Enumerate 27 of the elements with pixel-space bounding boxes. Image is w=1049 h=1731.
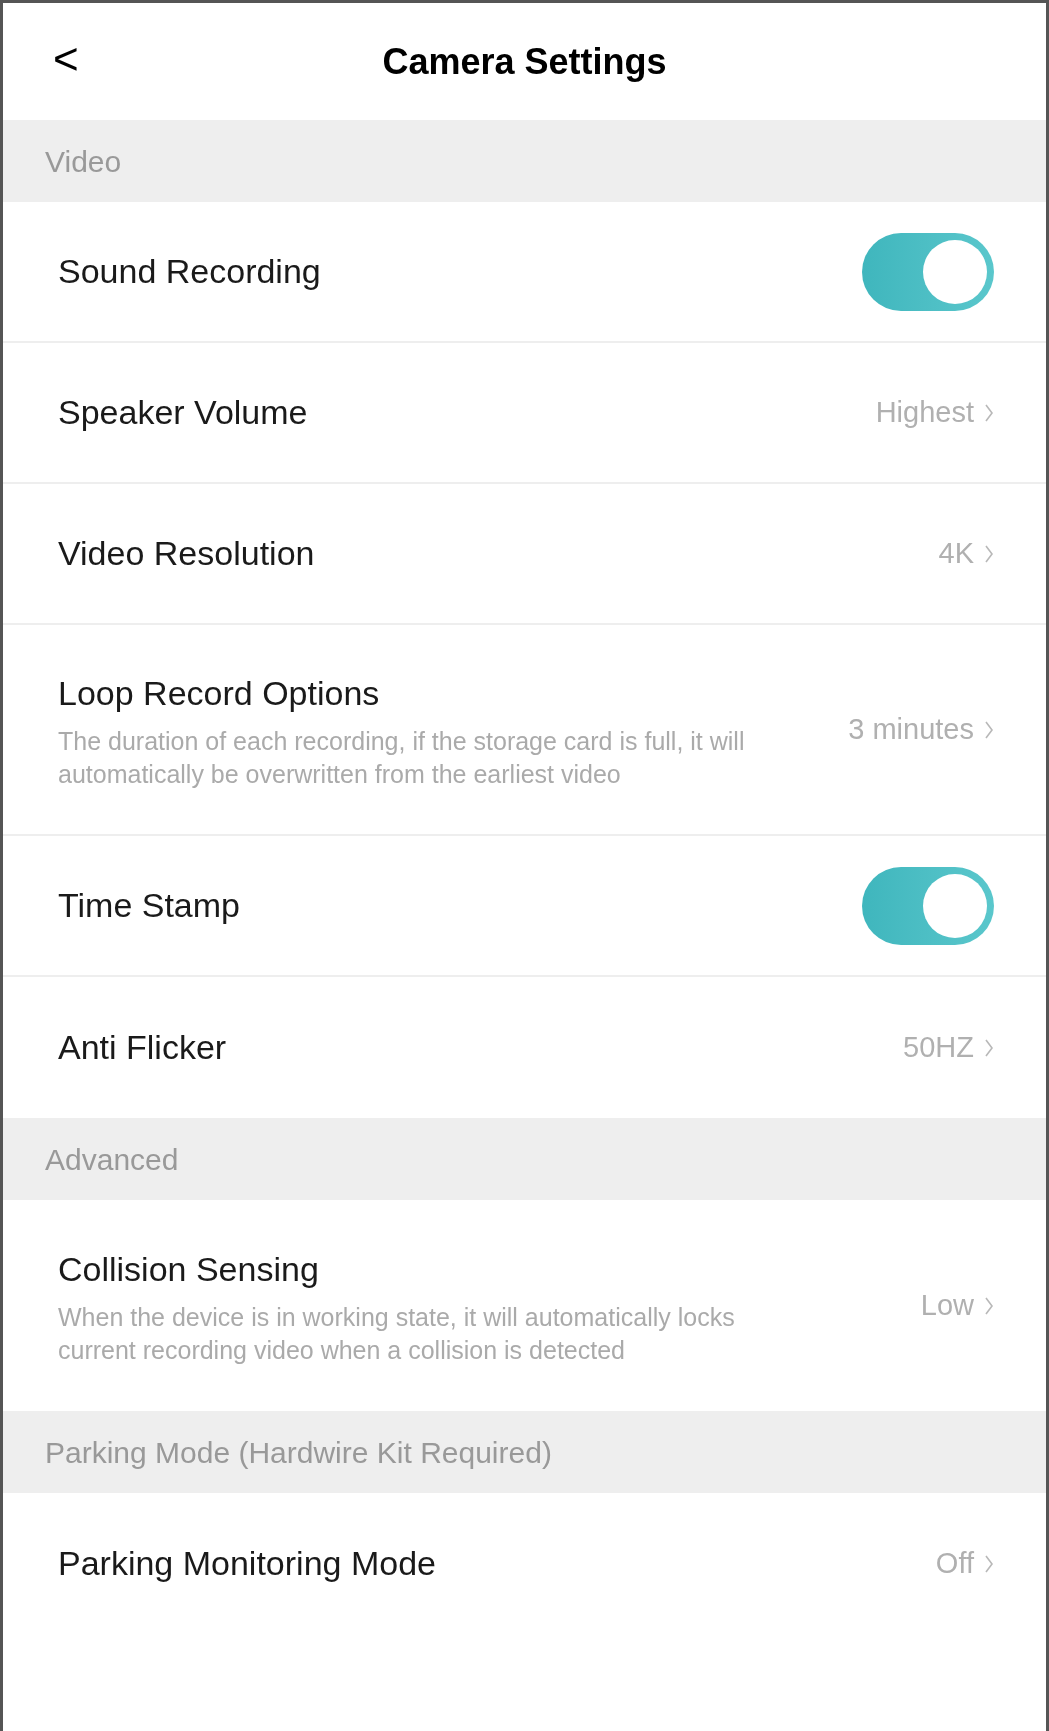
section-header: Parking Mode (Hardwire Kit Required) — [3, 1411, 1046, 1493]
value-link[interactable]: 3 minutes — [848, 707, 994, 752]
chevron-icon — [984, 402, 994, 423]
setting-description: The duration of each recording, if the storage card is full, it will automatically be overwritten from the earliest video — [58, 726, 746, 790]
setting-label: Video Resolution — [58, 533, 316, 574]
value-link[interactable]: 50HZ — [903, 1025, 994, 1070]
section-header: Video — [3, 120, 1046, 202]
setting-description: When the device is in working state, it will automatically locks current recording video when a collision is detected — [58, 1302, 736, 1366]
value-link[interactable]: Highest — [875, 390, 994, 435]
section-header: Advanced — [3, 1118, 1046, 1200]
setting-label: Parking Monitoring Mode — [58, 1543, 437, 1584]
screen-title: Camera Settings — [382, 39, 667, 84]
setting-label: Loop Record Options — [58, 673, 381, 714]
setting-label: Sound Recording — [58, 251, 322, 292]
chevron-icon — [984, 1037, 994, 1058]
chevron-icon — [984, 543, 994, 564]
chevron-icon — [984, 1295, 994, 1316]
setting-label: Collision Sensing — [58, 1249, 320, 1290]
chevron-icon — [984, 719, 994, 740]
setting-label: Anti Flicker — [58, 1027, 228, 1068]
setting-label: Speaker Volume — [58, 392, 309, 433]
back-button[interactable]: < — [53, 37, 79, 81]
value-link[interactable]: Low — [920, 1283, 994, 1328]
value-link[interactable]: 4K — [938, 531, 994, 576]
chevron-icon — [984, 1553, 994, 1574]
value-link[interactable]: Off — [935, 1541, 994, 1586]
setting-label: Time Stamp — [58, 885, 241, 926]
